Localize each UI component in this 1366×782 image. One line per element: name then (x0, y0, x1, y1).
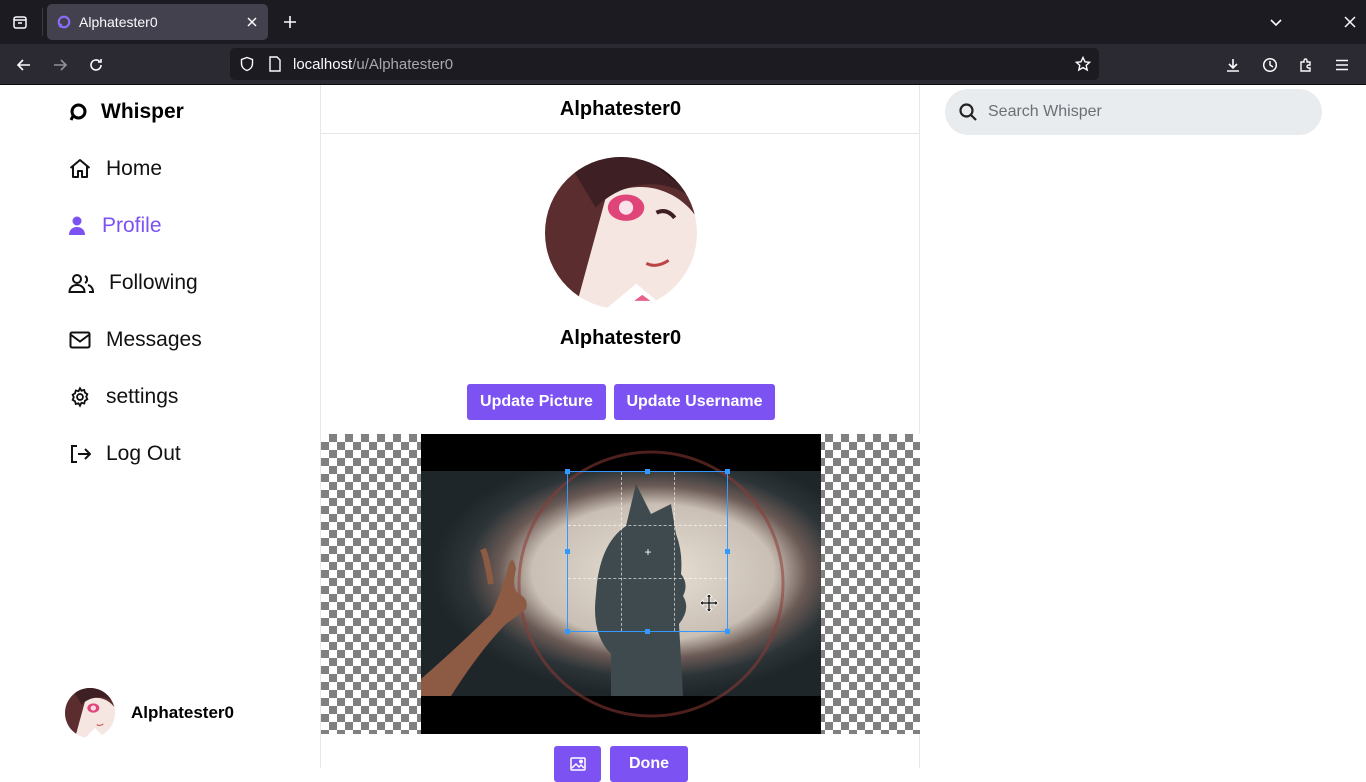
shield-icon[interactable] (238, 55, 256, 73)
search-bar[interactable] (945, 89, 1322, 135)
home-icon (68, 157, 92, 181)
sidebar-item-label: Log Out (106, 442, 181, 465)
crop-guide-line (568, 525, 727, 526)
sidebar-item-messages[interactable]: Messages (68, 328, 202, 352)
menu-hamburger-icon[interactable] (1329, 52, 1355, 78)
right-column (920, 85, 1366, 768)
search-input[interactable] (988, 103, 1308, 121)
url-bar[interactable]: localhost/u/Alphatester0 (230, 48, 1099, 80)
crop-handle-w[interactable] (565, 549, 570, 554)
sidebar: Whisper Home Profile Following Messages (0, 85, 320, 768)
url-path: /u/Alphatester0 (352, 56, 454, 73)
logout-icon (68, 442, 92, 466)
tab-title: Alphatester0 (79, 14, 158, 30)
profile-name: Alphatester0 (559, 327, 682, 349)
bookmark-star-icon[interactable] (1073, 54, 1093, 74)
url-host: localhost (293, 56, 353, 73)
page: Whisper Home Profile Following Messages (0, 85, 1366, 782)
sidebar-item-logout[interactable]: Log Out (68, 442, 181, 466)
envelope-icon (68, 328, 92, 352)
url-text: localhost/u/Alphatester0 (293, 56, 453, 73)
sidebar-item-following[interactable]: Following (68, 271, 198, 295)
sidebar-item-label: Home (106, 157, 163, 180)
update-username-button[interactable]: Update Username (614, 384, 775, 420)
page-title: Alphatester0 (321, 85, 920, 134)
image-icon (569, 757, 586, 771)
image-cropper[interactable]: + (321, 434, 920, 734)
browser-nav-bar: localhost/u/Alphatester0 (0, 44, 1366, 85)
sidebar-item-label: Profile (102, 214, 162, 237)
sidebar-item-settings[interactable]: settings (68, 385, 178, 409)
crop-handle-nw[interactable] (565, 469, 570, 474)
new-tab-icon[interactable] (278, 10, 302, 34)
browser-tab-bar: Alphatester0 (0, 0, 1366, 44)
sidebar-item-label: settings (106, 385, 179, 408)
page-info-icon[interactable] (266, 55, 284, 73)
crop-handle-se[interactable] (725, 629, 730, 634)
brand-name: Whisper (101, 100, 184, 123)
avatar (65, 688, 115, 738)
window-close-icon[interactable] (1338, 10, 1362, 34)
sidebar-username: Alphatester0 (131, 703, 234, 722)
sidebar-item-profile[interactable]: Profile (68, 214, 162, 238)
crop-center-icon: + (644, 545, 652, 559)
crop-guide-line (621, 472, 622, 631)
sidebar-item-label: Following (109, 271, 198, 294)
move-cursor-icon (699, 593, 719, 613)
crop-guide-line (568, 578, 727, 579)
whisper-logo-icon (69, 103, 87, 121)
tab-separator (42, 8, 43, 36)
reload-icon[interactable] (83, 52, 109, 78)
main-column: Alphatester0 Alphatester0 Update Picture… (320, 85, 920, 782)
back-arrow-icon[interactable] (11, 52, 37, 78)
crop-handle-n[interactable] (645, 469, 650, 474)
browser-tab[interactable]: Alphatester0 (47, 4, 268, 40)
done-button[interactable]: Done (610, 746, 688, 782)
crop-guide-line (674, 472, 675, 631)
history-clock-icon[interactable] (1257, 52, 1283, 78)
whisper-favicon-icon (57, 15, 71, 29)
brand[interactable]: Whisper (68, 100, 184, 124)
user-icon (68, 214, 86, 238)
tab-list-icon[interactable] (8, 10, 32, 34)
crop-handle-ne[interactable] (725, 469, 730, 474)
chevron-down-icon[interactable] (1264, 10, 1288, 34)
tab-close-icon[interactable] (240, 10, 264, 34)
sidebar-item-home[interactable]: Home (68, 157, 162, 181)
forward-arrow-icon[interactable] (47, 52, 73, 78)
choose-image-button[interactable] (554, 746, 601, 782)
crop-handle-sw[interactable] (565, 629, 570, 634)
sidebar-item-label: Messages (106, 328, 202, 351)
crop-handle-s[interactable] (645, 629, 650, 634)
extensions-icon[interactable] (1293, 52, 1319, 78)
gear-icon (68, 385, 92, 409)
sidebar-user[interactable]: Alphatester0 (65, 688, 234, 738)
crop-handle-e[interactable] (725, 549, 730, 554)
users-icon (68, 271, 95, 295)
search-icon (959, 103, 977, 121)
update-picture-button[interactable]: Update Picture (467, 384, 606, 420)
downloads-icon[interactable] (1220, 52, 1246, 78)
profile-avatar (545, 157, 697, 309)
